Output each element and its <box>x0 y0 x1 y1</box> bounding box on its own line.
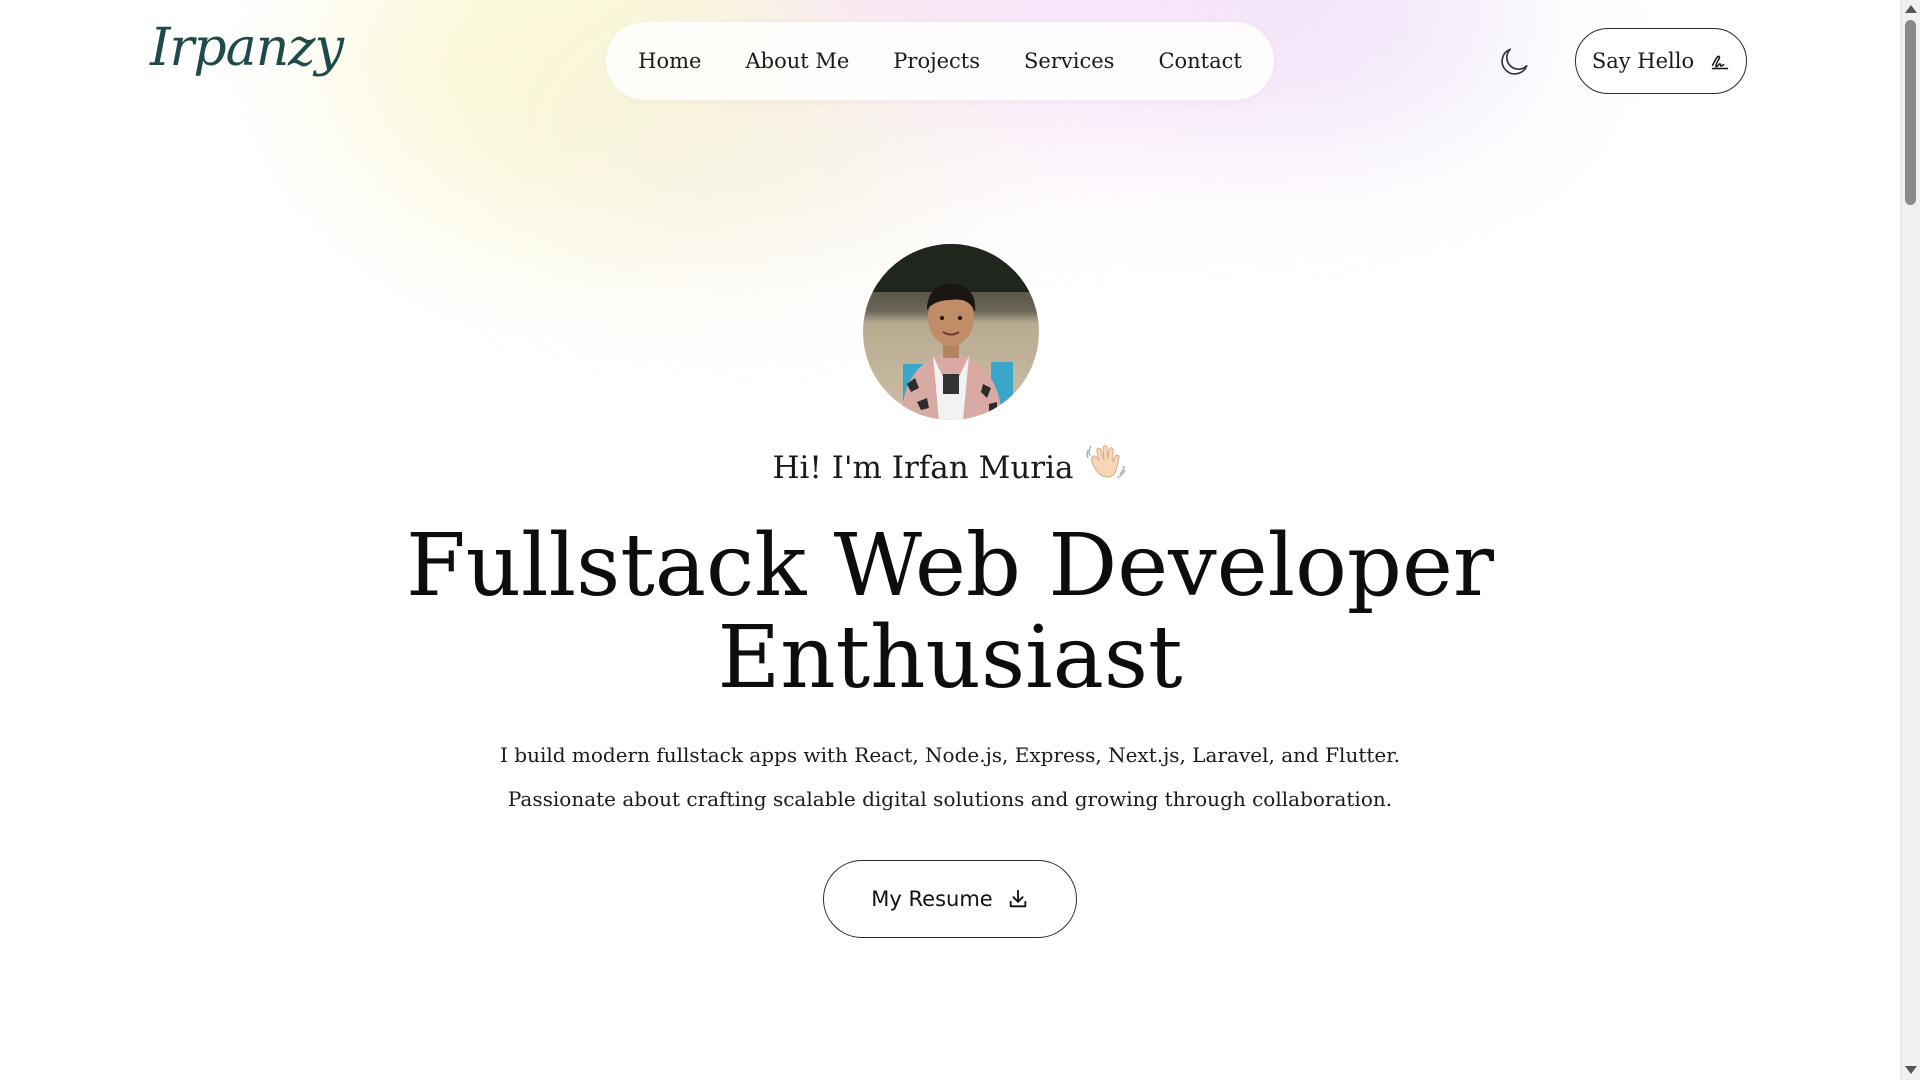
say-hello-button[interactable]: Say Hello <box>1575 28 1747 94</box>
avatar <box>863 244 1039 420</box>
headline-line-2: Enthusiast <box>717 608 1183 708</box>
scroll-down-arrow-icon[interactable] <box>1905 1066 1917 1074</box>
hero-headline: Fullstack Web Developer Enthusiast <box>0 520 1900 704</box>
waving-hand-icon <box>1084 440 1128 492</box>
download-icon <box>1009 889 1026 908</box>
main-nav: Home About Me Projects Services Contact <box>606 22 1274 100</box>
hero-greeting: Hi! I'm Irfan Muria <box>0 440 1900 492</box>
vertical-scrollbar[interactable] <box>1900 0 1920 1080</box>
resume-button[interactable]: My Resume <box>823 860 1077 938</box>
nav-item-contact[interactable]: Contact <box>1158 49 1241 73</box>
signature-icon <box>1711 55 1729 70</box>
say-hello-label: Say Hello <box>1591 49 1695 73</box>
nav-item-services[interactable]: Services <box>1024 49 1114 73</box>
scroll-thumb[interactable] <box>1905 20 1916 205</box>
resume-label: My Resume <box>871 887 993 911</box>
greeting-text: Hi! I'm Irfan Muria <box>772 450 1074 486</box>
headline-line-1: Fullstack Web Developer <box>406 516 1494 616</box>
scroll-up-arrow-icon[interactable] <box>1905 5 1917 13</box>
theme-toggle-button[interactable] <box>1494 42 1534 82</box>
hero-description: I build modern fullstack apps with React… <box>0 733 1900 821</box>
nav-item-projects[interactable]: Projects <box>893 49 980 73</box>
site-logo[interactable]: Irpanzy <box>150 18 344 78</box>
profile-photo <box>863 244 1039 420</box>
moon-icon <box>1501 48 1528 75</box>
description-line-1: I build modern fullstack apps with React… <box>500 743 1400 767</box>
nav-item-about-me[interactable]: About Me <box>745 49 849 73</box>
page: Irpanzy Home About Me Projects Services … <box>0 0 1920 1080</box>
nav-item-home[interactable]: Home <box>638 49 701 73</box>
description-line-2: Passionate about crafting scalable digit… <box>507 787 1393 811</box>
